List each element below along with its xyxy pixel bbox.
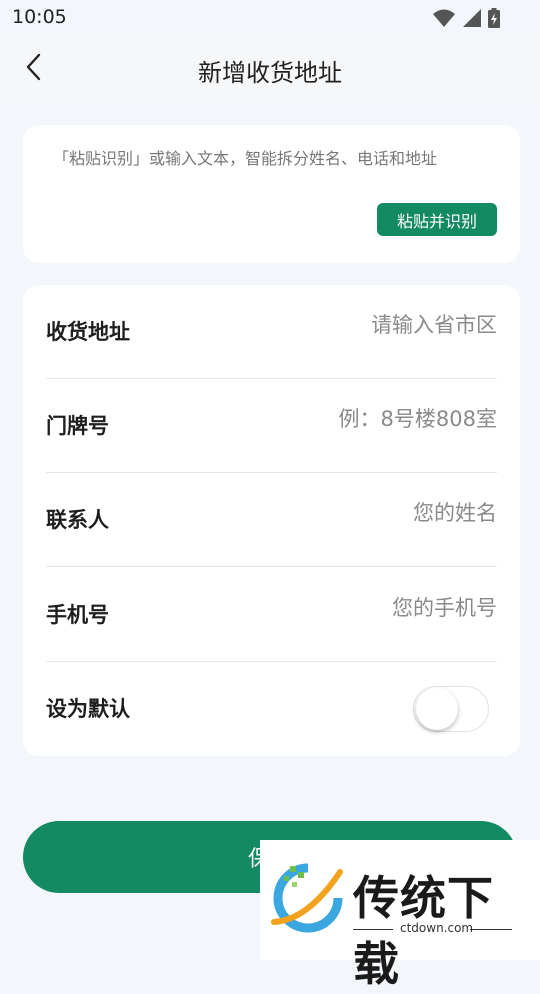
watermark-domain: ctdown.com	[400, 921, 474, 935]
nav-bar: 新增收货地址	[0, 36, 540, 102]
default-toggle[interactable]	[413, 686, 489, 732]
phone-input[interactable]	[237, 596, 497, 620]
phone-row: 手机号	[46, 568, 497, 662]
status-time: 10:05	[12, 6, 67, 28]
paste-recognize-card: 「粘贴识别」或输入文本，智能拆分姓名、电话和地址 粘贴并识别	[23, 125, 520, 263]
watermark-line-left	[353, 929, 393, 930]
paste-hint-text[interactable]: 「粘贴识别」或输入文本，智能拆分姓名、电话和地址	[53, 145, 437, 169]
paste-recognize-button[interactable]: 粘贴并识别	[377, 203, 497, 236]
house-number-label: 门牌号	[46, 414, 109, 438]
address-input[interactable]	[237, 313, 497, 337]
contact-row: 联系人	[46, 473, 497, 567]
house-number-row: 门牌号	[46, 379, 497, 473]
address-label: 收货地址	[46, 320, 130, 344]
address-row[interactable]: 收货地址	[46, 285, 497, 379]
signal-icon	[462, 8, 482, 32]
page-title: 新增收货地址	[198, 59, 342, 87]
status-icons	[432, 8, 500, 32]
status-bar: 10:05	[0, 0, 540, 36]
contact-name-input[interactable]	[237, 501, 497, 525]
contact-label: 联系人	[46, 508, 109, 532]
default-row: 设为默认	[46, 662, 497, 756]
address-form-card: 收货地址 门牌号 联系人 手机号 设为默认	[23, 285, 520, 756]
watermark-logo-icon	[270, 862, 346, 938]
phone-label: 手机号	[46, 603, 109, 627]
battery-icon	[488, 8, 500, 32]
watermark-line-right	[470, 929, 512, 930]
wifi-icon	[432, 8, 456, 32]
toggle-knob	[416, 688, 458, 730]
house-number-input[interactable]	[237, 407, 497, 431]
watermark: 传统下载 ctdown.com	[260, 840, 540, 991]
default-label: 设为默认	[46, 697, 130, 721]
